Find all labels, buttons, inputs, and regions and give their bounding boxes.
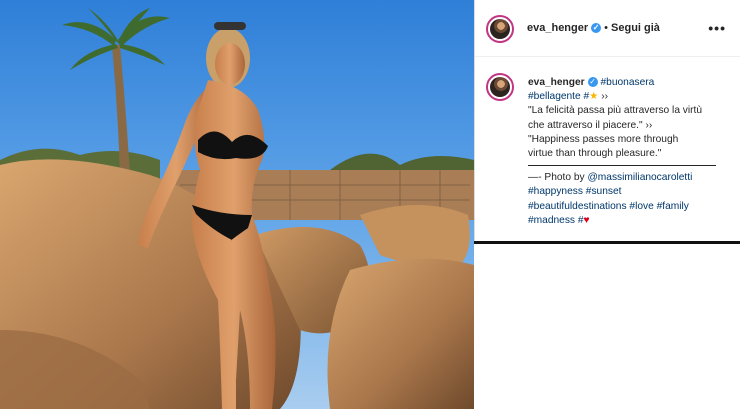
photographer-mention[interactable]: @massimilianocaroletti	[587, 172, 692, 183]
caption-arrows-2: ››	[645, 119, 653, 131]
hashtag-beautifuldestinations[interactable]: #beautifuldestinations	[528, 201, 627, 212]
header-username[interactable]: eva_henger	[527, 22, 588, 34]
hashtag-bellagente[interactable]: #bellagente	[528, 91, 581, 102]
verified-badge-icon: ✓	[591, 23, 602, 34]
quote-italian-line-1: "La felicità passa più attraverso la vir…	[528, 105, 703, 117]
hashtag-sunset[interactable]: #sunset	[586, 186, 622, 197]
photo-scene	[0, 0, 474, 409]
hashtag-buonasera[interactable]: #buonasera	[600, 77, 654, 88]
caption-verified-icon: ✓	[587, 77, 598, 88]
caption-avatar[interactable]	[486, 73, 514, 101]
quote-italian-line-2: che attraverso il piacere."	[528, 119, 643, 131]
header-user-line: eva_henger ✓ • Segui già	[527, 22, 660, 34]
header-separator: •	[604, 22, 609, 34]
post-photo[interactable]	[0, 0, 474, 409]
hashtag-love[interactable]: #love	[629, 201, 653, 212]
follow-button[interactable]: Segui già	[611, 22, 660, 34]
caption-divider	[528, 165, 716, 167]
hashtag-madness[interactable]: #madness	[528, 215, 575, 226]
photo-credit-prefix: —- Photo by	[528, 172, 585, 184]
quote-english-line-1: "Happiness passes more through	[528, 133, 679, 145]
caption-arrows-1: ››	[601, 91, 608, 103]
avatar[interactable]	[486, 15, 514, 43]
star-emoji-icon: ★	[589, 91, 599, 103]
panel-bottom-border	[474, 241, 740, 244]
heart-emoji-icon: ♥	[583, 214, 590, 226]
post-caption: eva_henger ✓ #buonasera #bellagente #★ ››…	[528, 76, 728, 228]
more-options-icon[interactable]: •••	[708, 20, 726, 36]
hashtag-family[interactable]: #family	[657, 201, 689, 212]
hashtag-happyness[interactable]: #happyness	[528, 186, 583, 197]
quote-english-line-2: virtue than through pleasure."	[528, 148, 662, 160]
post-sidebar: eva_henger ✓ • Segui già ••• eva_henger ✓ #b…	[474, 0, 740, 241]
post-header: eva_henger ✓ • Segui già •••	[475, 0, 740, 57]
caption-username[interactable]: eva_henger	[528, 77, 585, 88]
